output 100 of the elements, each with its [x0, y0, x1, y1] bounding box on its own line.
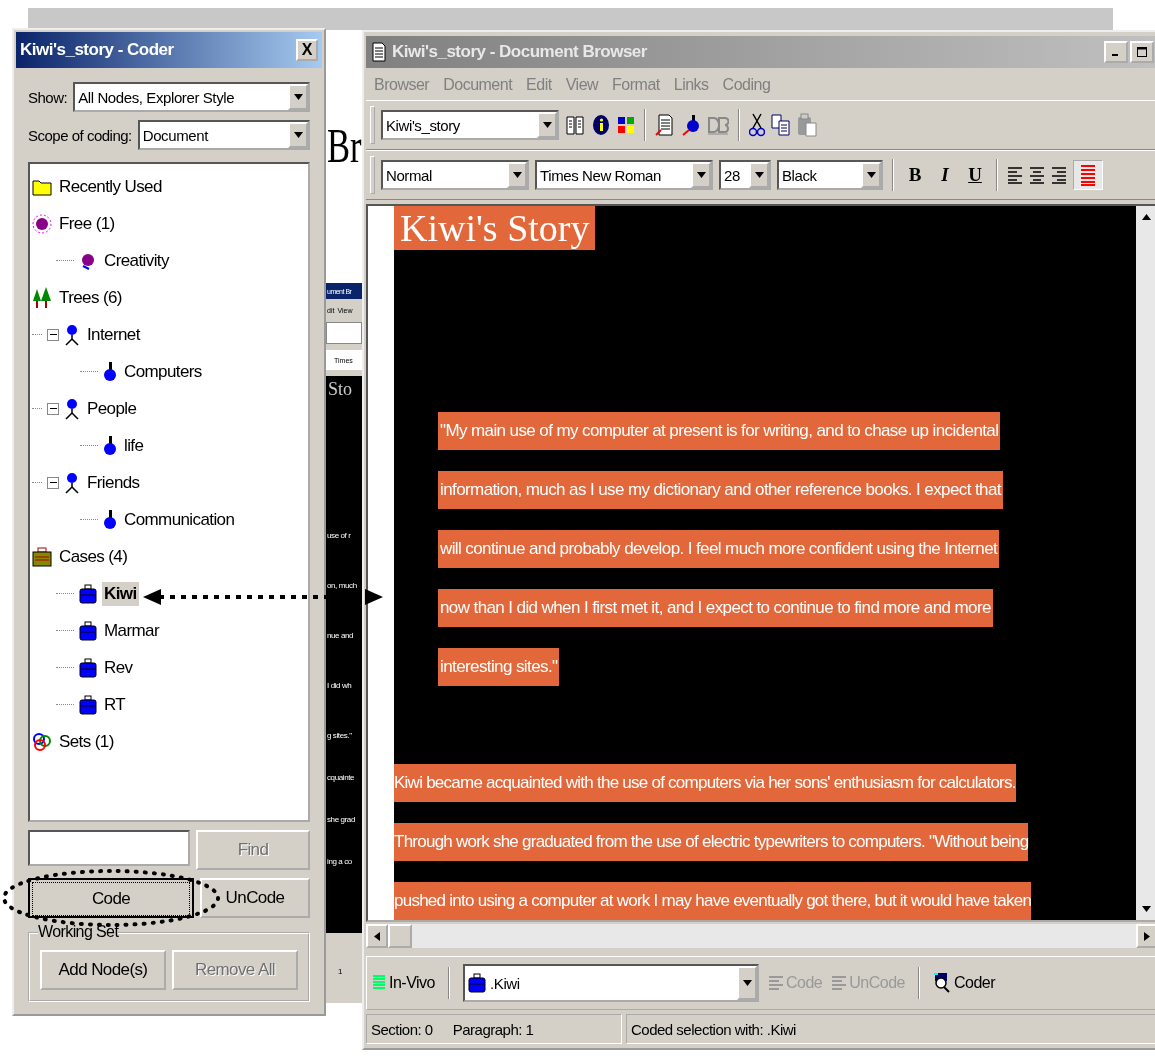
show-dropdown[interactable]: All Nodes, Explorer Style: [73, 82, 310, 112]
folder-icon: [32, 177, 52, 196]
style-dropdown[interactable]: Normal: [381, 160, 529, 190]
color-dropdown[interactable]: Black: [777, 160, 883, 190]
working-set-button[interactable]: Add Node(s): [40, 950, 166, 990]
tree-item[interactable]: Recently Used: [57, 174, 164, 199]
lines-icon: [832, 975, 847, 991]
paste-icon[interactable]: [797, 113, 817, 137]
book-icon[interactable]: [565, 114, 585, 136]
dropdown-arrow-icon: [754, 172, 764, 178]
tree-item[interactable]: Sets (1): [57, 729, 116, 754]
dropdown-arrow-icon: [542, 122, 552, 128]
size-dropdown[interactable]: 28: [719, 160, 771, 190]
document-icon[interactable]: [655, 114, 675, 136]
lines-icon: [769, 975, 783, 991]
tree-item[interactable]: Friends: [85, 470, 142, 495]
paragraph-status: Paragraph: 1: [452, 1020, 534, 1038]
tree-item[interactable]: Marmar: [102, 618, 161, 643]
background-field: [326, 322, 362, 344]
dropdown-arrow-icon: [866, 172, 876, 178]
magnifier-icon: [932, 973, 951, 993]
scroll-left-icon[interactable]: [374, 931, 380, 941]
tree-item[interactable]: life: [122, 433, 146, 458]
tree-item[interactable]: People: [85, 396, 139, 421]
collapse-box[interactable]: [47, 328, 59, 341]
briefcase-icon: [79, 657, 97, 678]
tree-item[interactable]: Communication: [122, 507, 237, 532]
tree-item[interactable]: Computers: [122, 359, 204, 384]
scope-label: Scope of coding:: [28, 126, 132, 144]
briefcase-icon: [79, 694, 97, 715]
briefcase-icon: [79, 620, 97, 641]
background-text: nue and: [327, 630, 354, 642]
tree-item[interactable]: Trees (6): [57, 285, 124, 310]
node-icon[interactable]: [681, 114, 701, 136]
info-icon[interactable]: [591, 114, 611, 136]
format-button[interactable]: I: [933, 161, 957, 189]
scope-dropdown[interactable]: Document: [137, 120, 310, 150]
document-dropdown[interactable]: Kiwi's_story: [381, 110, 559, 140]
background-text: use of r: [327, 530, 351, 542]
node-icon: [64, 397, 80, 420]
scroll-up-icon[interactable]: [1141, 214, 1151, 220]
tree-item[interactable]: Cases (4): [57, 544, 130, 569]
document-icon: [372, 42, 386, 62]
background-text: g sites.": [327, 730, 352, 742]
scroll-down-icon[interactable]: [1141, 906, 1151, 912]
lines-icon: [373, 974, 385, 992]
node-icon: [103, 361, 117, 382]
tree-item[interactable]: Creativity: [102, 248, 171, 273]
tree-item[interactable]: Rev: [102, 655, 135, 680]
background-text: ing a co: [327, 856, 352, 868]
in-vivo-button[interactable]: In-Vivo: [373, 974, 435, 992]
font-dropdown[interactable]: Times New Roman: [535, 160, 713, 190]
background-text: cquainte: [327, 772, 355, 784]
show-label: Show:: [28, 88, 68, 106]
tree-item[interactable]: Kiwi: [102, 581, 139, 606]
node-icon: [103, 509, 117, 530]
horizontal-scrollbar[interactable]: [366, 924, 1155, 948]
collapse-box[interactable]: [47, 402, 59, 415]
background-text: she grad: [327, 814, 355, 826]
background-text: on, much: [327, 580, 357, 592]
tree-item[interactable]: Internet: [85, 322, 142, 347]
scroll-right-icon[interactable]: [1144, 931, 1150, 941]
node-dropdown[interactable]: .Kiwi: [463, 964, 759, 1002]
quote-paragraph: "My main use of my computer at present is for writing, and to chase up incidental information, much as I use my dictionary and other reference books. I expect that will continue and probably develop. I feel much more confident using the Internet now than I did when I first met it, and I expect to continue to find more and more interesting sites.": [438, 412, 1136, 686]
maximize-button[interactable]: [1130, 41, 1154, 63]
tree-item[interactable]: RT: [102, 692, 128, 717]
justify-button[interactable]: [1073, 160, 1103, 190]
uncode-button[interactable]: UnCode: [200, 878, 310, 918]
maximize-icon: [1137, 47, 1147, 57]
align-center-icon[interactable]: [1029, 166, 1045, 184]
align-left-icon[interactable]: [1007, 166, 1023, 184]
cut-icon[interactable]: [749, 113, 765, 137]
section-status: Section: 0: [371, 1020, 433, 1038]
close-button[interactable]: X: [296, 39, 318, 61]
dropdown-arrow-icon: [293, 132, 303, 138]
node-icon: [103, 435, 117, 456]
tree-item[interactable]: Free (1): [57, 211, 117, 236]
briefcase-icon: [32, 546, 52, 567]
window-title: Kiwi's_story - Coder: [20, 40, 174, 60]
trees-icon: [32, 286, 52, 309]
minimize-button[interactable]: [1104, 41, 1128, 63]
document-heading: Kiwi's Story: [394, 206, 596, 250]
copy-icon[interactable]: [771, 114, 791, 136]
find-field[interactable]: [28, 830, 190, 866]
scroll-thumb[interactable]: [388, 924, 412, 948]
code-button[interactable]: Code: [28, 878, 194, 918]
node-icon: [64, 323, 80, 346]
dropdown-arrow-icon: [512, 172, 522, 178]
dropdown-arrow-icon: [696, 172, 706, 178]
coding-status: Coded selection with: .Kiwi: [631, 1020, 796, 1038]
background-heading: Br: [327, 118, 362, 174]
coder-button[interactable]: Coder: [932, 973, 996, 993]
vertical-scrollbar[interactable]: [1136, 206, 1155, 920]
align-right-icon[interactable]: [1051, 166, 1067, 184]
format-button[interactable]: B: [903, 161, 927, 189]
dropdown-arrow-icon: [742, 980, 752, 986]
collapse-box[interactable]: [47, 476, 59, 489]
grid-icon[interactable]: [617, 116, 635, 134]
format-button[interactable]: U: [963, 161, 987, 189]
window-title: Kiwi's_story - Document Browser: [392, 42, 648, 62]
